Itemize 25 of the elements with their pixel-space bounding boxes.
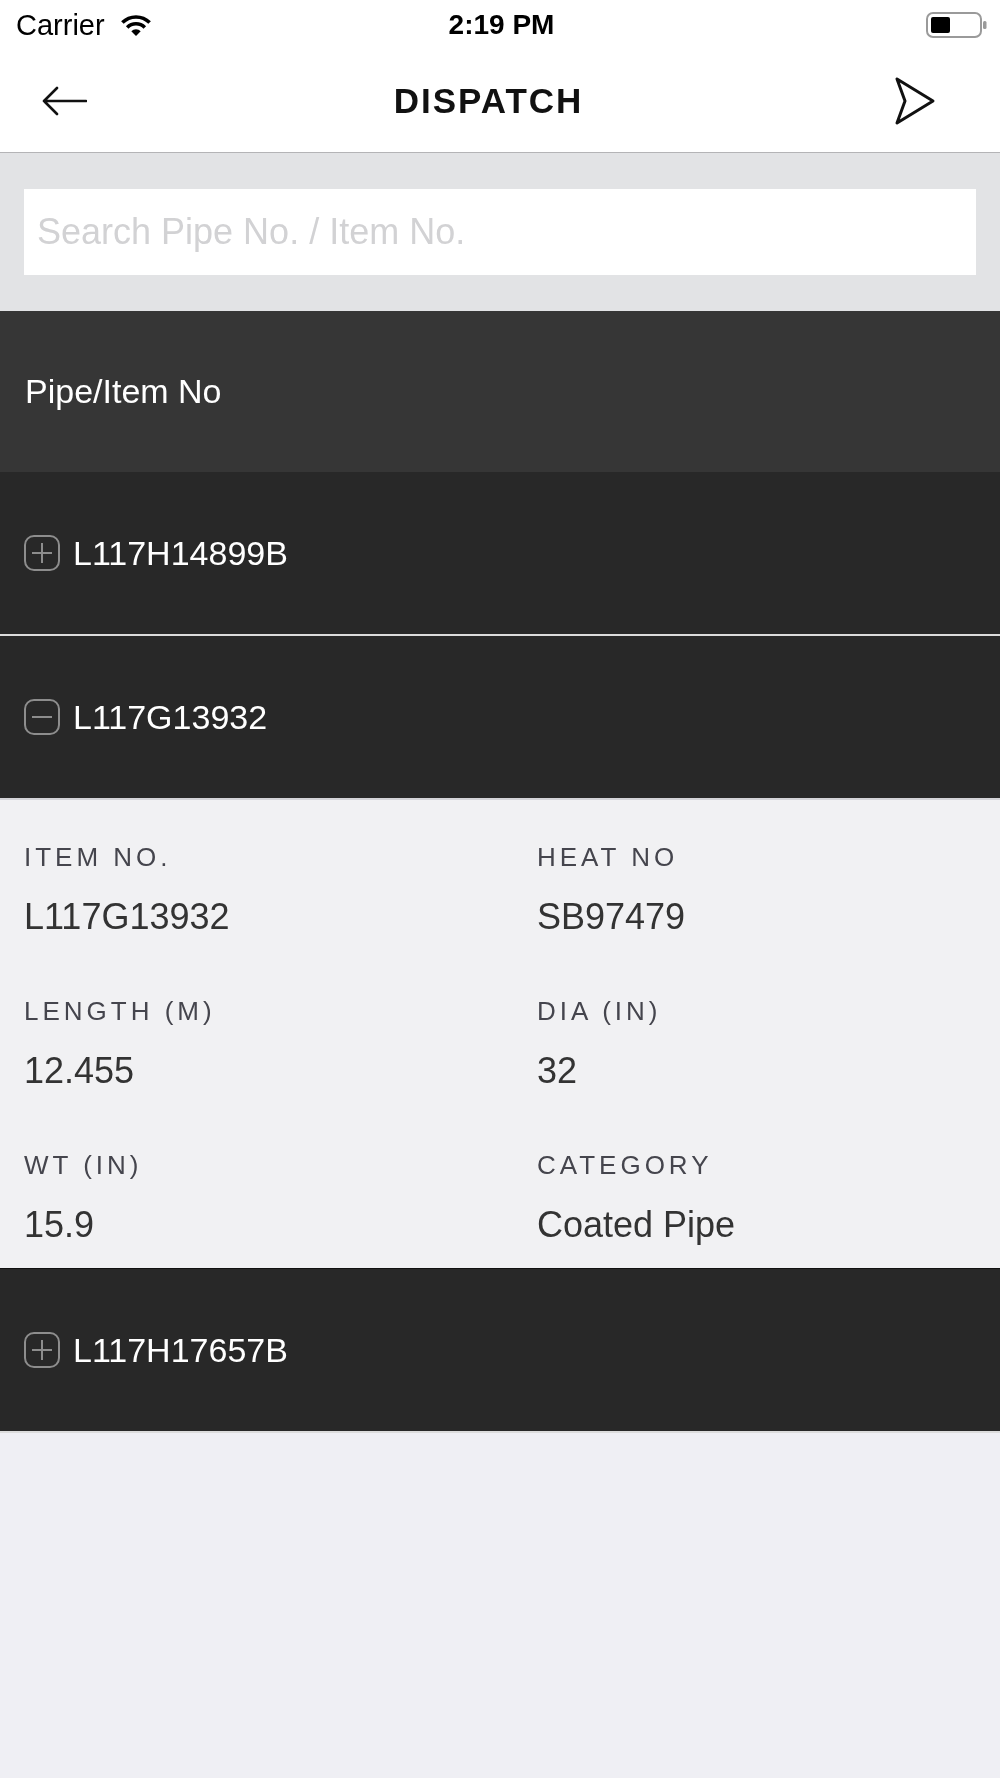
- send-button[interactable]: [894, 76, 936, 126]
- detail-label: CATEGORY: [537, 1150, 714, 1180]
- list-header: Pipe/Item No: [0, 311, 1000, 472]
- detail-value: SB97479: [537, 895, 687, 939]
- list-row[interactable]: L117G13932: [0, 636, 1000, 800]
- list-row[interactable]: L117H17657B: [0, 1269, 1000, 1433]
- detail-label: DIA (IN): [537, 996, 663, 1026]
- detail-label: LENGTH (M): [24, 996, 217, 1026]
- wifi-icon: [119, 13, 152, 37]
- back-arrow-icon: [41, 86, 87, 116]
- detail-label: HEAT NO: [537, 842, 680, 872]
- detail-label: WT (IN): [24, 1150, 144, 1180]
- screen-title: DISPATCH: [393, 81, 584, 121]
- battery-icon: [926, 12, 987, 38]
- detail-value: 32: [537, 1049, 579, 1093]
- list-row[interactable]: L117H14899B: [0, 472, 1000, 636]
- detail-value: L117G13932: [24, 895, 231, 939]
- detail-value: 15.9: [24, 1203, 96, 1247]
- detail-value: Coated Pipe: [537, 1203, 737, 1247]
- back-button[interactable]: [41, 86, 87, 116]
- detail-value: 12.455: [24, 1049, 136, 1093]
- send-icon: [894, 76, 936, 126]
- carrier-label: Carrier: [16, 8, 105, 42]
- detail-label: ITEM NO.: [24, 842, 173, 872]
- time-label: 2:19 PM: [448, 8, 555, 42]
